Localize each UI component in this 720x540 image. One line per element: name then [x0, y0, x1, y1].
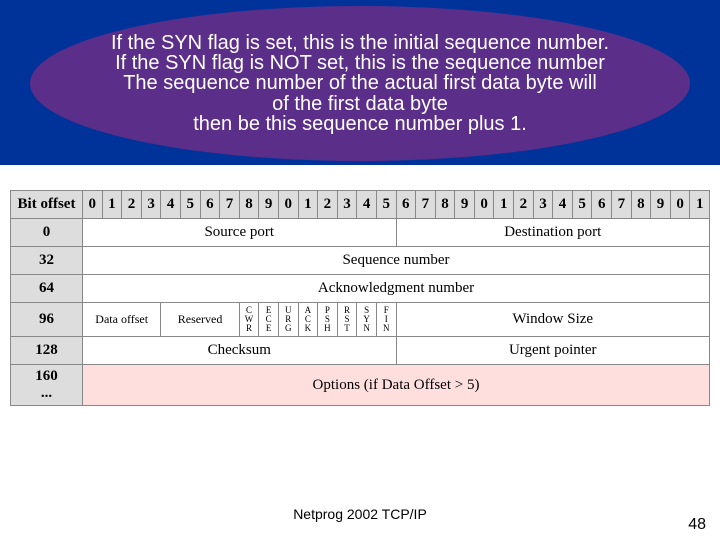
- field-checksum: Checksum: [83, 337, 397, 365]
- callout-line-4: of the first data byte: [90, 94, 630, 114]
- bit-col: 8: [631, 191, 651, 219]
- callout-text: If the SYN flag is set, this is the init…: [90, 33, 630, 135]
- bit-col: 5: [376, 191, 396, 219]
- flag-rst: RST: [337, 303, 357, 337]
- bit-col: 4: [161, 191, 181, 219]
- bit-col: 9: [651, 191, 671, 219]
- bit-col: 5: [180, 191, 200, 219]
- bit-col: 0: [278, 191, 298, 219]
- bit-col: 7: [416, 191, 436, 219]
- bit-col: 2: [318, 191, 338, 219]
- table-row: 128 Checksum Urgent pointer: [11, 337, 710, 365]
- row-offset: 128: [11, 337, 83, 365]
- table-row: 96 Data offset Reserved CWR ECE URG ACK …: [11, 303, 710, 337]
- flag-urg: URG: [278, 303, 298, 337]
- bit-col: 2: [514, 191, 534, 219]
- page-number: 48: [688, 516, 706, 534]
- field-data-offset: Data offset: [83, 303, 161, 337]
- field-window-size: Window Size: [396, 303, 710, 337]
- bit-col: 6: [592, 191, 612, 219]
- bit-col: 3: [337, 191, 357, 219]
- bit-col: 7: [612, 191, 632, 219]
- row-offset: 0: [11, 219, 83, 247]
- bit-col: 3: [141, 191, 161, 219]
- bit-col: 6: [396, 191, 416, 219]
- flag-cwr: CWR: [239, 303, 259, 337]
- callout-bubble: If the SYN flag is set, this is the init…: [30, 6, 690, 161]
- flag-ece: ECE: [259, 303, 279, 337]
- bit-col: 1: [690, 191, 710, 219]
- bit-col: 4: [357, 191, 377, 219]
- tcp-header-table-wrap: Bit offset 0 1 2 3 4 5 6 7 8 9 0 1 2 3 4…: [10, 190, 710, 406]
- table-row: 64 Acknowledgment number: [11, 275, 710, 303]
- bit-col: 3: [533, 191, 553, 219]
- field-options: Options (if Data Offset > 5): [83, 365, 710, 406]
- field-destination-port: Destination port: [396, 219, 710, 247]
- flag-ack: ACK: [298, 303, 318, 337]
- table-row: 32 Sequence number: [11, 247, 710, 275]
- bit-col: 8: [435, 191, 455, 219]
- bit-col: 0: [83, 191, 103, 219]
- table-row-header: Bit offset 0 1 2 3 4 5 6 7 8 9 0 1 2 3 4…: [11, 191, 710, 219]
- field-urgent-pointer: Urgent pointer: [396, 337, 710, 365]
- bit-col: 0: [474, 191, 494, 219]
- row-offset: 32: [11, 247, 83, 275]
- bit-offset-header: Bit offset: [11, 191, 83, 219]
- table-row: 0 Source port Destination port: [11, 219, 710, 247]
- bit-col: 1: [298, 191, 318, 219]
- field-source-port: Source port: [83, 219, 397, 247]
- field-ack-number: Acknowledgment number: [83, 275, 710, 303]
- flag-fin: FIN: [376, 303, 396, 337]
- callout-line-5: then be this sequence number plus 1.: [90, 114, 630, 134]
- callout-line-3: The sequence number of the actual first …: [90, 73, 630, 93]
- bit-col: 0: [670, 191, 690, 219]
- field-sequence-number: Sequence number: [83, 247, 710, 275]
- row-offset: 96: [11, 303, 83, 337]
- footer-text: Netprog 2002 TCP/IP: [0, 506, 720, 522]
- callout-line-2: If the SYN flag is NOT set, this is the …: [90, 53, 630, 73]
- bit-col: 1: [102, 191, 122, 219]
- bit-col: 9: [259, 191, 279, 219]
- flag-syn: SYN: [357, 303, 377, 337]
- bit-col: 4: [553, 191, 573, 219]
- tcp-header-table: Bit offset 0 1 2 3 4 5 6 7 8 9 0 1 2 3 4…: [10, 190, 710, 406]
- bit-col: 5: [572, 191, 592, 219]
- bit-col: 7: [220, 191, 240, 219]
- flag-psh: PSH: [318, 303, 338, 337]
- bit-col: 9: [455, 191, 475, 219]
- bit-col: 8: [239, 191, 259, 219]
- row-offset: 64: [11, 275, 83, 303]
- callout-line-1: If the SYN flag is set, this is the init…: [90, 33, 630, 53]
- bit-col: 1: [494, 191, 514, 219]
- bit-col: 2: [122, 191, 142, 219]
- bit-col: 6: [200, 191, 220, 219]
- row-offset: 160 ...: [11, 365, 83, 406]
- table-row: 160 ... Options (if Data Offset > 5): [11, 365, 710, 406]
- field-reserved: Reserved: [161, 303, 239, 337]
